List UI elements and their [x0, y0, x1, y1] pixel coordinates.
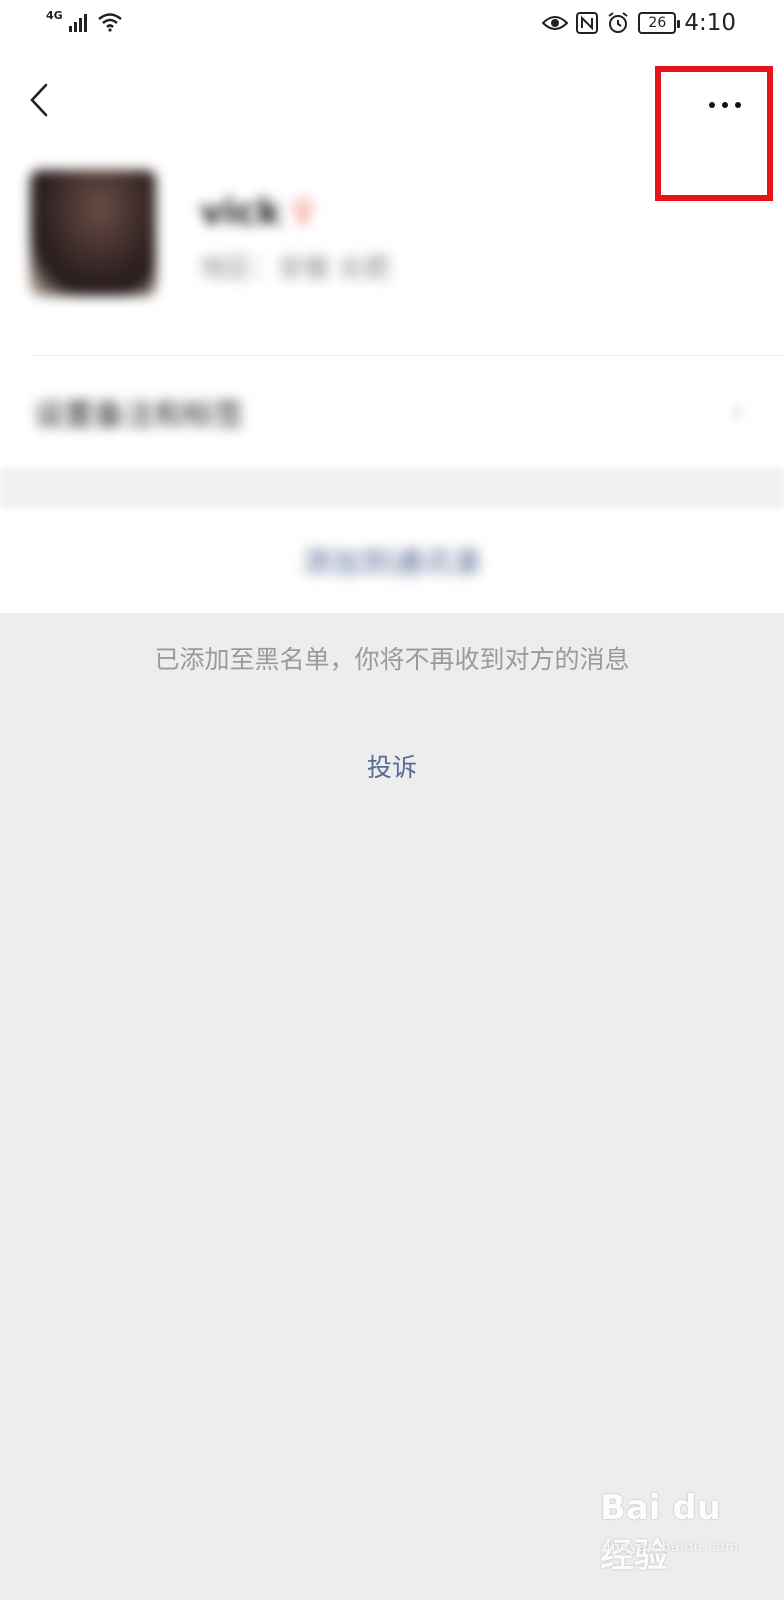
network-type: 4G — [46, 9, 63, 22]
avatar[interactable] — [30, 170, 156, 296]
battery-icon: 26 — [638, 12, 681, 34]
wifi-icon — [97, 13, 122, 32]
divider — [30, 355, 784, 356]
gender-icon: ♀ — [292, 194, 314, 229]
watermark-logo-text: Bai du 经验 — [600, 1488, 721, 1576]
add-to-contacts-label: 添加到通讯录 — [302, 546, 482, 581]
section-gap — [0, 468, 784, 508]
status-left: 4G — [46, 9, 123, 32]
profile-header: vick ♀ 地区：安徽 合肥 — [30, 170, 730, 300]
battery-level: 26 — [648, 15, 667, 31]
remark-label: 设置备注和标签 — [34, 398, 244, 433]
more-dots-icon — [709, 102, 741, 108]
baidu-watermark: Bai du 经验 jingyan.baidu.com — [600, 1488, 760, 1576]
profile-panel: vick ♀ 地区：安徽 合肥 设置备注和标签 › 添加到通讯录 — [0, 50, 784, 613]
clock: 4:10 — [684, 10, 736, 36]
alarm-icon — [608, 12, 628, 33]
status-right: 26 4:10 — [542, 10, 736, 36]
profile-region: 地区：安徽 合肥 — [200, 254, 391, 284]
add-to-contacts-row[interactable]: 添加到通讯录 — [0, 510, 784, 613]
more-options-button[interactable] — [700, 90, 750, 120]
remark-and-tags-row[interactable]: 设置备注和标签 › — [0, 360, 784, 468]
back-button[interactable] — [22, 75, 62, 125]
back-arrow-icon — [30, 83, 48, 117]
eye-icon — [542, 16, 569, 30]
nfc-icon — [576, 12, 599, 34]
complain-link[interactable]: 投诉 — [342, 748, 442, 784]
watermark-url: jingyan.baidu.com — [602, 1540, 739, 1555]
signal-icon — [68, 14, 87, 32]
status-bar: 4G 26 4:10 — [0, 0, 784, 50]
profile-name: vick — [200, 192, 282, 233]
blacklist-notice: 已添加至黑名单，你将不再收到对方的消息 — [154, 645, 630, 674]
chevron-right-icon: › — [731, 392, 744, 430]
